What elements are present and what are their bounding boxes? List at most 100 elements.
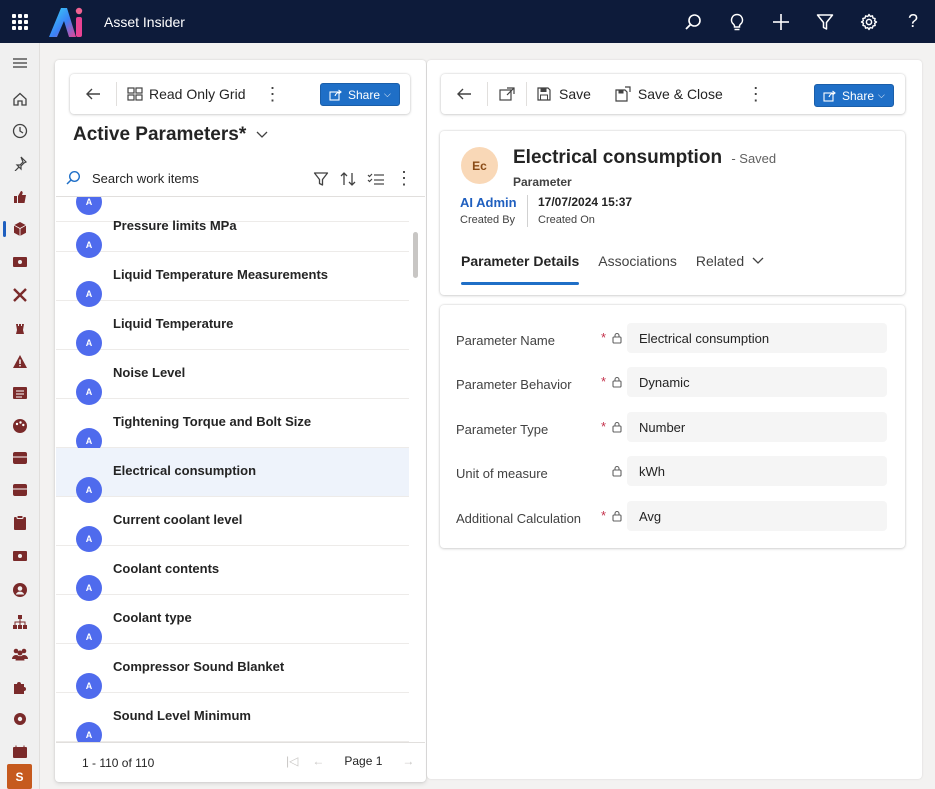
view-title: Active Parameters* [73,124,247,145]
record-back-button[interactable] [441,74,487,114]
chess-icon[interactable] [0,314,40,342]
save-and-close-label: Save & Close [637,86,723,102]
home-icon[interactable] [0,85,40,113]
list-item[interactable]: A Sound Level Minimum [56,693,409,742]
cube-icon[interactable] [0,215,40,243]
field-label: Unit of measure [456,466,548,481]
list-item-label: Liquid Temperature Measurements [113,267,329,282]
list-item-label: Compressor Sound Blanket [113,659,285,674]
warning-icon[interactable] [0,347,40,375]
list-item-label: Noise Level [113,365,186,380]
chevron-down-icon [256,131,268,138]
hierarchy-icon[interactable] [0,608,40,636]
more-options-icon[interactable]: ⋮ [395,168,413,189]
list-item-label: Pressure limits MPa [113,218,237,233]
save-and-close-button[interactable]: Save & Close [591,74,723,114]
field-label: Parameter Type [456,422,549,437]
help-icon[interactable]: ? [891,0,935,43]
save-close-icon [615,86,631,102]
app-logo[interactable] [44,4,86,40]
chevron-down-icon: ⌵ [878,90,885,100]
recent-icon[interactable] [0,117,40,145]
open-in-new-window-button[interactable] [488,74,526,114]
list-item[interactable]: A Liquid Temperature Measurements [56,252,409,307]
grid-icon [127,87,143,101]
plus-icon[interactable] [759,0,803,43]
read-only-grid-button[interactable]: Read Only Grid [117,74,245,114]
left-navigation: S [0,43,40,789]
search-bar[interactable]: Search work items ⋮ [56,160,425,197]
box-icon-2[interactable] [0,476,40,504]
record-share-button[interactable]: Share ⌵ [814,84,894,107]
list-item-label: Sound Level Minimum [113,708,251,723]
share-label: Share [842,88,875,103]
list-share-button[interactable]: Share ⌵ [320,83,400,106]
search-input[interactable]: Search work items [92,171,199,186]
view-selector[interactable]: Active Parameters* [73,124,268,146]
field-label: Additional Calculation [456,511,582,526]
lock-icon [612,332,622,344]
next-page-icon[interactable]: → [402,754,414,768]
list-icon[interactable] [0,379,40,407]
first-page-icon[interactable]: |◁ [286,754,298,768]
list-item[interactable]: A Noise Level [56,350,409,405]
list-item[interactable]: A Coolant type [56,595,409,650]
list-item[interactable]: A Compressor Sound Blanket [56,644,409,699]
people-icon[interactable] [0,640,40,668]
created-by-link[interactable]: AI Admin [460,195,517,210]
share-icon [823,90,836,102]
list-item-selected[interactable]: A Electrical consumption [56,448,409,503]
contact-icon[interactable] [0,576,40,604]
unit-of-measure-field: kWh [627,456,887,486]
tools-icon[interactable] [0,281,40,309]
list-item[interactable]: A Tightening Torque and Bolt Size [56,399,409,454]
lock-icon [612,465,622,477]
back-arrow-icon [86,88,100,100]
gear-icon[interactable] [0,705,40,733]
tab-related[interactable]: Related [696,249,764,285]
list-item-label: Coolant type [113,610,192,625]
list-scrollbar[interactable] [413,232,418,278]
more-options-button[interactable]: ⋮ [263,74,281,114]
save-icon [537,87,551,101]
required-indicator: * [601,330,607,345]
tab-associations[interactable]: Associations [598,249,677,285]
ticket-icon[interactable] [0,248,40,276]
lightbulb-icon[interactable] [715,0,759,43]
search-icon[interactable] [671,0,715,43]
app-launcher-button[interactable] [0,0,40,43]
user-avatar[interactable]: S [7,764,32,789]
back-button[interactable] [70,74,116,114]
puzzle-icon[interactable] [0,673,40,701]
ticket-icon-2[interactable] [0,542,40,570]
list-item[interactable]: A Pressure limits MPa [56,203,409,258]
record-more-options-button[interactable]: ⋮ [747,74,765,114]
pin-icon[interactable] [0,149,40,177]
hamburger-icon[interactable] [0,49,40,77]
thumbs-up-icon[interactable] [0,183,40,211]
tab-parameter-details[interactable]: Parameter Details [461,249,580,285]
clipboard-icon[interactable] [0,509,40,537]
record-tabs: Parameter Details Associations Related [461,249,783,285]
list-item[interactable]: A Coolant contents [56,546,409,601]
calendar-icon[interactable] [0,738,40,766]
filter-icon[interactable] [313,171,329,187]
chevron-down-icon [752,257,764,264]
save-button[interactable]: Save [527,74,591,114]
parameter-list: A A Pressure limits MPa A Liquid Tempera… [56,197,409,742]
sort-icon[interactable] [339,171,357,187]
select-list-icon[interactable] [367,172,385,186]
filter-icon[interactable] [803,0,847,43]
box-icon[interactable] [0,444,40,472]
palette-icon[interactable] [0,412,40,440]
save-label: Save [559,86,591,102]
list-item[interactable]: A Liquid Temperature [56,301,409,356]
settings-icon[interactable] [847,0,891,43]
waffle-icon [12,13,28,30]
record-count: 1 - 110 of 110 [82,756,155,770]
previous-page-icon[interactable]: ← [312,754,324,768]
list-item[interactable]: A Current coolant level [56,497,409,552]
required-indicator: * [601,419,607,434]
parameter-behavior-field: Dynamic [627,367,887,397]
tab-label: Associations [598,253,677,269]
